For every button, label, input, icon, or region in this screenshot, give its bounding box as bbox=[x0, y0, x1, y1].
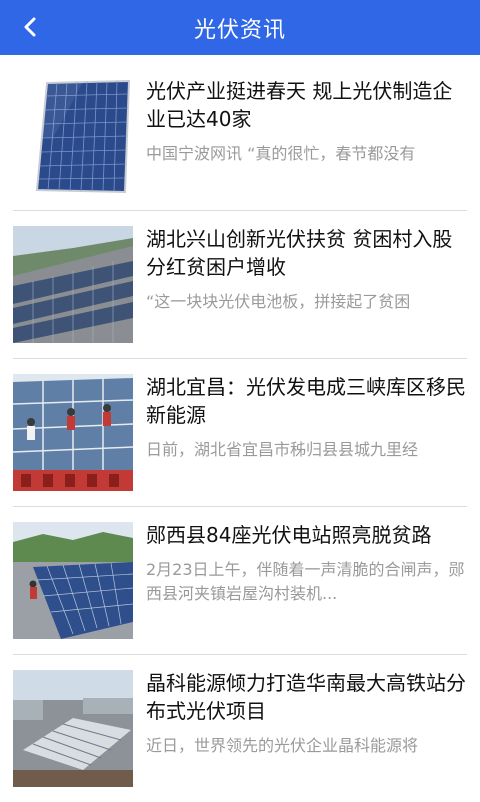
news-item[interactable]: 湖北兴山创新光伏扶贫 贫困村入股分红贫困户增收 “这一块块光伏电池板，拼接起了贫… bbox=[13, 211, 467, 359]
news-title: 郧西县84座光伏电站照亮脱贫路 bbox=[146, 523, 432, 547]
news-item[interactable]: 郧西县84座光伏电站照亮脱贫路 2月23日上午，伴随着一声清脆的合闸声，郧西县河… bbox=[13, 507, 467, 655]
page-title: 光伏资讯 bbox=[193, 17, 286, 43]
news-title: 湖北兴山创新光伏扶贫 贫困村入股分红贫困户增收 bbox=[146, 227, 453, 279]
back-button[interactable] bbox=[14, 12, 46, 42]
news-thumbnail bbox=[13, 78, 133, 195]
news-text: 郧西县84座光伏电站照亮脱贫路 2月23日上午，伴随着一声清脆的合闸声，郧西县河… bbox=[146, 521, 467, 606]
news-summary: 日前，湖北省宜昌市秭归县县城九里经 bbox=[146, 440, 419, 459]
app-header: 光伏资讯 bbox=[0, 0, 480, 55]
news-summary: “这一块块光伏电池板，拼接起了贫困 bbox=[146, 292, 411, 311]
news-summary: 近日，世界领先的光伏企业晶科能源将 bbox=[146, 736, 419, 755]
news-title: 湖北宜昌：光伏发电成三峡库区移民新能源 bbox=[146, 375, 466, 427]
news-list: 光伏产业挺进春天 规上光伏制造企业已达40家 中国宁波网讯 “真的很忙，春节都没… bbox=[0, 63, 480, 802]
news-text: 光伏产业挺进春天 规上光伏制造企业已达40家 中国宁波网讯 “真的很忙，春节都没… bbox=[146, 77, 467, 166]
news-item[interactable]: 湖北宜昌：光伏发电成三峡库区移民新能源 日前，湖北省宜昌市秭归县县城九里经 bbox=[13, 359, 467, 507]
chevron-left-icon bbox=[24, 17, 36, 37]
news-thumbnail bbox=[13, 670, 133, 787]
news-title: 光伏产业挺进春天 规上光伏制造企业已达40家 bbox=[146, 79, 453, 131]
news-item[interactable]: 晶科能源倾力打造华南最大高铁站分布式光伏项目 近日，世界领先的光伏企业晶科能源将 bbox=[13, 655, 467, 802]
news-item[interactable]: 光伏产业挺进春天 规上光伏制造企业已达40家 中国宁波网讯 “真的很忙，春节都没… bbox=[13, 63, 467, 211]
news-summary: 中国宁波网讯 “真的很忙，春节都没有 bbox=[146, 144, 416, 163]
news-thumbnail bbox=[13, 226, 133, 343]
news-text: 湖北兴山创新光伏扶贫 贫困村入股分红贫困户增收 “这一块块光伏电池板，拼接起了贫… bbox=[146, 225, 467, 314]
news-title: 晶科能源倾力打造华南最大高铁站分布式光伏项目 bbox=[146, 671, 466, 723]
news-thumbnail bbox=[13, 374, 133, 491]
news-text: 湖北宜昌：光伏发电成三峡库区移民新能源 日前，湖北省宜昌市秭归县县城九里经 bbox=[146, 373, 467, 462]
news-summary: 2月23日上午，伴随着一声清脆的合闸声，郧西县河夹镇岩屋沟村装机... bbox=[146, 560, 465, 603]
news-thumbnail bbox=[13, 522, 133, 639]
news-text: 晶科能源倾力打造华南最大高铁站分布式光伏项目 近日，世界领先的光伏企业晶科能源将 bbox=[146, 669, 467, 758]
